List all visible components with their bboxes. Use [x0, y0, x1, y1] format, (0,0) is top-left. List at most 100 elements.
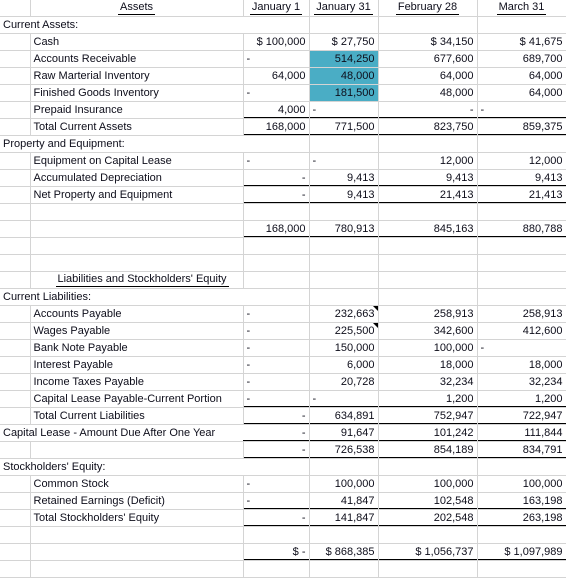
cell-capital-lease-long-term-jan31[interactable]: 91,647 — [309, 424, 379, 442]
cell-interest-payable-mar[interactable]: 18,000 — [477, 356, 566, 374]
cell-wages-payable-mar[interactable]: 412,600 — [477, 322, 566, 340]
cell-wages-payable-feb[interactable]: 342,600 — [378, 322, 478, 340]
cell-total-current-liabilities-jan31[interactable]: 634,891 — [309, 407, 379, 425]
cell-row-label[interactable]: Total Current Assets — [30, 118, 244, 136]
cell-common-stock-feb[interactable]: 100,000 — [378, 475, 478, 493]
cell-bank-note-payable-jan31[interactable]: 150,000 — [309, 339, 379, 357]
cell-gutter[interactable] — [0, 373, 31, 391]
cell-gutter[interactable] — [0, 101, 31, 119]
cell-income-taxes-payable-jan1[interactable]: - — [243, 373, 310, 391]
cell-row-label[interactable]: Accounts Payable — [30, 305, 244, 323]
cell-row-label[interactable]: Common Stock — [30, 475, 244, 493]
cell-total-assets-jan1[interactable]: 168,000 — [243, 220, 310, 238]
cell-total-assets-mar[interactable]: 880,788 — [477, 220, 566, 238]
cell-spacer-5-mar[interactable] — [477, 560, 566, 578]
cell-prepaid-insurance-feb[interactable]: - — [378, 101, 478, 119]
cell-income-taxes-payable-mar[interactable]: 32,234 — [477, 373, 566, 391]
cell-property-and-equipment-mar[interactable] — [477, 135, 566, 153]
cell-capital-lease-long-term-jan1[interactable]: - — [243, 424, 310, 442]
cell-total-stockholders-equity-mar[interactable]: 263,198 — [477, 509, 566, 527]
cell-spacer-3-jan31[interactable] — [309, 254, 379, 272]
cell-spacer-4-jan1[interactable] — [243, 526, 310, 544]
cell-row-label[interactable] — [30, 560, 244, 578]
cell-interest-payable-jan31[interactable]: 6,000 — [309, 356, 379, 374]
cell-property-and-equipment-jan31[interactable] — [309, 135, 379, 153]
cell-retained-earnings-mar[interactable]: 163,198 — [477, 492, 566, 510]
cell-prepaid-insurance-jan31[interactable]: - — [309, 101, 379, 119]
cell-gutter[interactable] — [0, 152, 31, 170]
cell-row-label[interactable] — [30, 441, 244, 459]
cell-spacer-1-jan1[interactable] — [243, 203, 310, 221]
cell-total-liabilities-and-equity-mar[interactable]: $ 1,097,989 — [477, 543, 566, 561]
cell-raw-material-inventory-jan1[interactable]: 64,000 — [243, 67, 310, 85]
cell-total-current-assets-mar[interactable]: 859,375 — [477, 118, 566, 136]
cell-stockholders-equity-feb[interactable] — [378, 458, 478, 476]
cell-net-property-and-equipment-mar[interactable]: 21,413 — [477, 186, 566, 204]
cell-current-assets-mar[interactable] — [477, 16, 566, 34]
cell-prepaid-insurance-mar[interactable]: - — [477, 101, 566, 119]
cell-property-and-equipment-jan1[interactable] — [243, 135, 310, 153]
cell-gutter[interactable] — [0, 67, 31, 85]
cell-common-stock-mar[interactable]: 100,000 — [477, 475, 566, 493]
cell-gutter[interactable] — [0, 390, 31, 408]
cell-spacer-3-mar[interactable] — [477, 254, 566, 272]
cell-row-label[interactable]: Capital Lease Payable-Current Portion — [30, 390, 244, 408]
cell-interest-payable-feb[interactable]: 18,000 — [378, 356, 478, 374]
cell-gutter[interactable] — [0, 0, 31, 17]
cell-gutter[interactable] — [0, 441, 31, 459]
cell-capital-lease-long-term-feb[interactable]: 101,242 — [378, 424, 478, 442]
cell-row-label[interactable]: Total Current Liabilities — [30, 407, 244, 425]
cell-gutter[interactable] — [0, 220, 31, 238]
cell-header-jan1[interactable]: January 1 — [243, 0, 310, 17]
cell-row-label[interactable]: Prepaid Insurance — [30, 101, 244, 119]
cell-spacer-1-mar[interactable] — [477, 203, 566, 221]
cell-liabilities-equity-header-feb[interactable] — [378, 271, 478, 289]
cell-gutter[interactable] — [0, 50, 31, 68]
cell-row-label[interactable]: Cash — [30, 33, 244, 51]
cell-gutter[interactable] — [0, 339, 31, 357]
cell-raw-material-inventory-feb[interactable]: 64,000 — [378, 67, 478, 85]
cell-accounts-receivable-feb[interactable]: 677,600 — [378, 50, 478, 68]
cell-gutter[interactable] — [0, 407, 31, 425]
cell-equipment-capital-lease-mar[interactable]: 12,000 — [477, 152, 566, 170]
cell-gutter[interactable] — [0, 186, 31, 204]
cell-current-liabilities-jan31[interactable] — [309, 288, 379, 306]
cell-total-stockholders-equity-jan1[interactable]: - — [243, 509, 310, 527]
cell-gutter[interactable] — [0, 254, 31, 272]
cell-accounts-receivable-jan1[interactable]: - — [243, 50, 310, 68]
cell-spacer-1-feb[interactable] — [378, 203, 478, 221]
cell-stockholders-equity-jan1[interactable] — [243, 458, 310, 476]
cell-spacer-2-jan31[interactable] — [309, 237, 379, 255]
cell-gutter[interactable] — [0, 526, 31, 544]
cell-raw-material-inventory-mar[interactable]: 64,000 — [477, 67, 566, 85]
cell-accounts-payable-jan31-with-comment[interactable]: 232,663 — [309, 305, 379, 323]
cell-total-assets-feb[interactable]: 845,163 — [378, 220, 478, 238]
cell-capital-lease-current-portion-feb[interactable]: 1,200 — [378, 390, 478, 408]
cell-total-liabilities-and-equity-feb[interactable]: $ 1,056,737 — [378, 543, 478, 561]
cell-row-label[interactable] — [30, 526, 244, 544]
cell-header-mar[interactable]: March 31 — [477, 0, 566, 17]
cell-wages-payable-jan1[interactable]: - — [243, 322, 310, 340]
cell-row-label[interactable]: Total Stockholders' Equity — [30, 509, 244, 527]
cell-liabilities-equity-header-jan31[interactable] — [309, 271, 379, 289]
cell-spacer-2-jan1[interactable] — [243, 237, 310, 255]
cell-gutter[interactable] — [0, 169, 31, 187]
cell-total-current-liabilities-feb[interactable]: 752,947 — [378, 407, 478, 425]
cell-capital-lease-current-portion-mar[interactable]: 1,200 — [477, 390, 566, 408]
cell-gutter[interactable] — [0, 203, 31, 221]
cell-accounts-payable-mar[interactable]: 258,913 — [477, 305, 566, 323]
cell-total-current-assets-jan31[interactable]: 771,500 — [309, 118, 379, 136]
cell-header-feb[interactable]: February 28 — [378, 0, 478, 17]
cell-row-label[interactable]: Liabilities and Stockholders' Equity — [30, 271, 244, 289]
cell-accounts-payable-feb[interactable]: 258,913 — [378, 305, 478, 323]
cell-total-current-liabilities-jan1[interactable]: - — [243, 407, 310, 425]
cell-gutter[interactable] — [0, 118, 31, 136]
cell-common-stock-jan31[interactable]: 100,000 — [309, 475, 379, 493]
cell-gutter[interactable] — [0, 356, 31, 374]
cell-gutter[interactable] — [0, 509, 31, 527]
cell-row-label[interactable]: Property and Equipment: — [0, 135, 243, 153]
cell-spacer-3-jan1[interactable] — [243, 254, 310, 272]
cell-row-label[interactable]: Finished Goods Inventory — [30, 84, 244, 102]
cell-row-label[interactable]: Raw Marterial Inventory — [30, 67, 244, 85]
cell-equipment-capital-lease-feb[interactable]: 12,000 — [378, 152, 478, 170]
